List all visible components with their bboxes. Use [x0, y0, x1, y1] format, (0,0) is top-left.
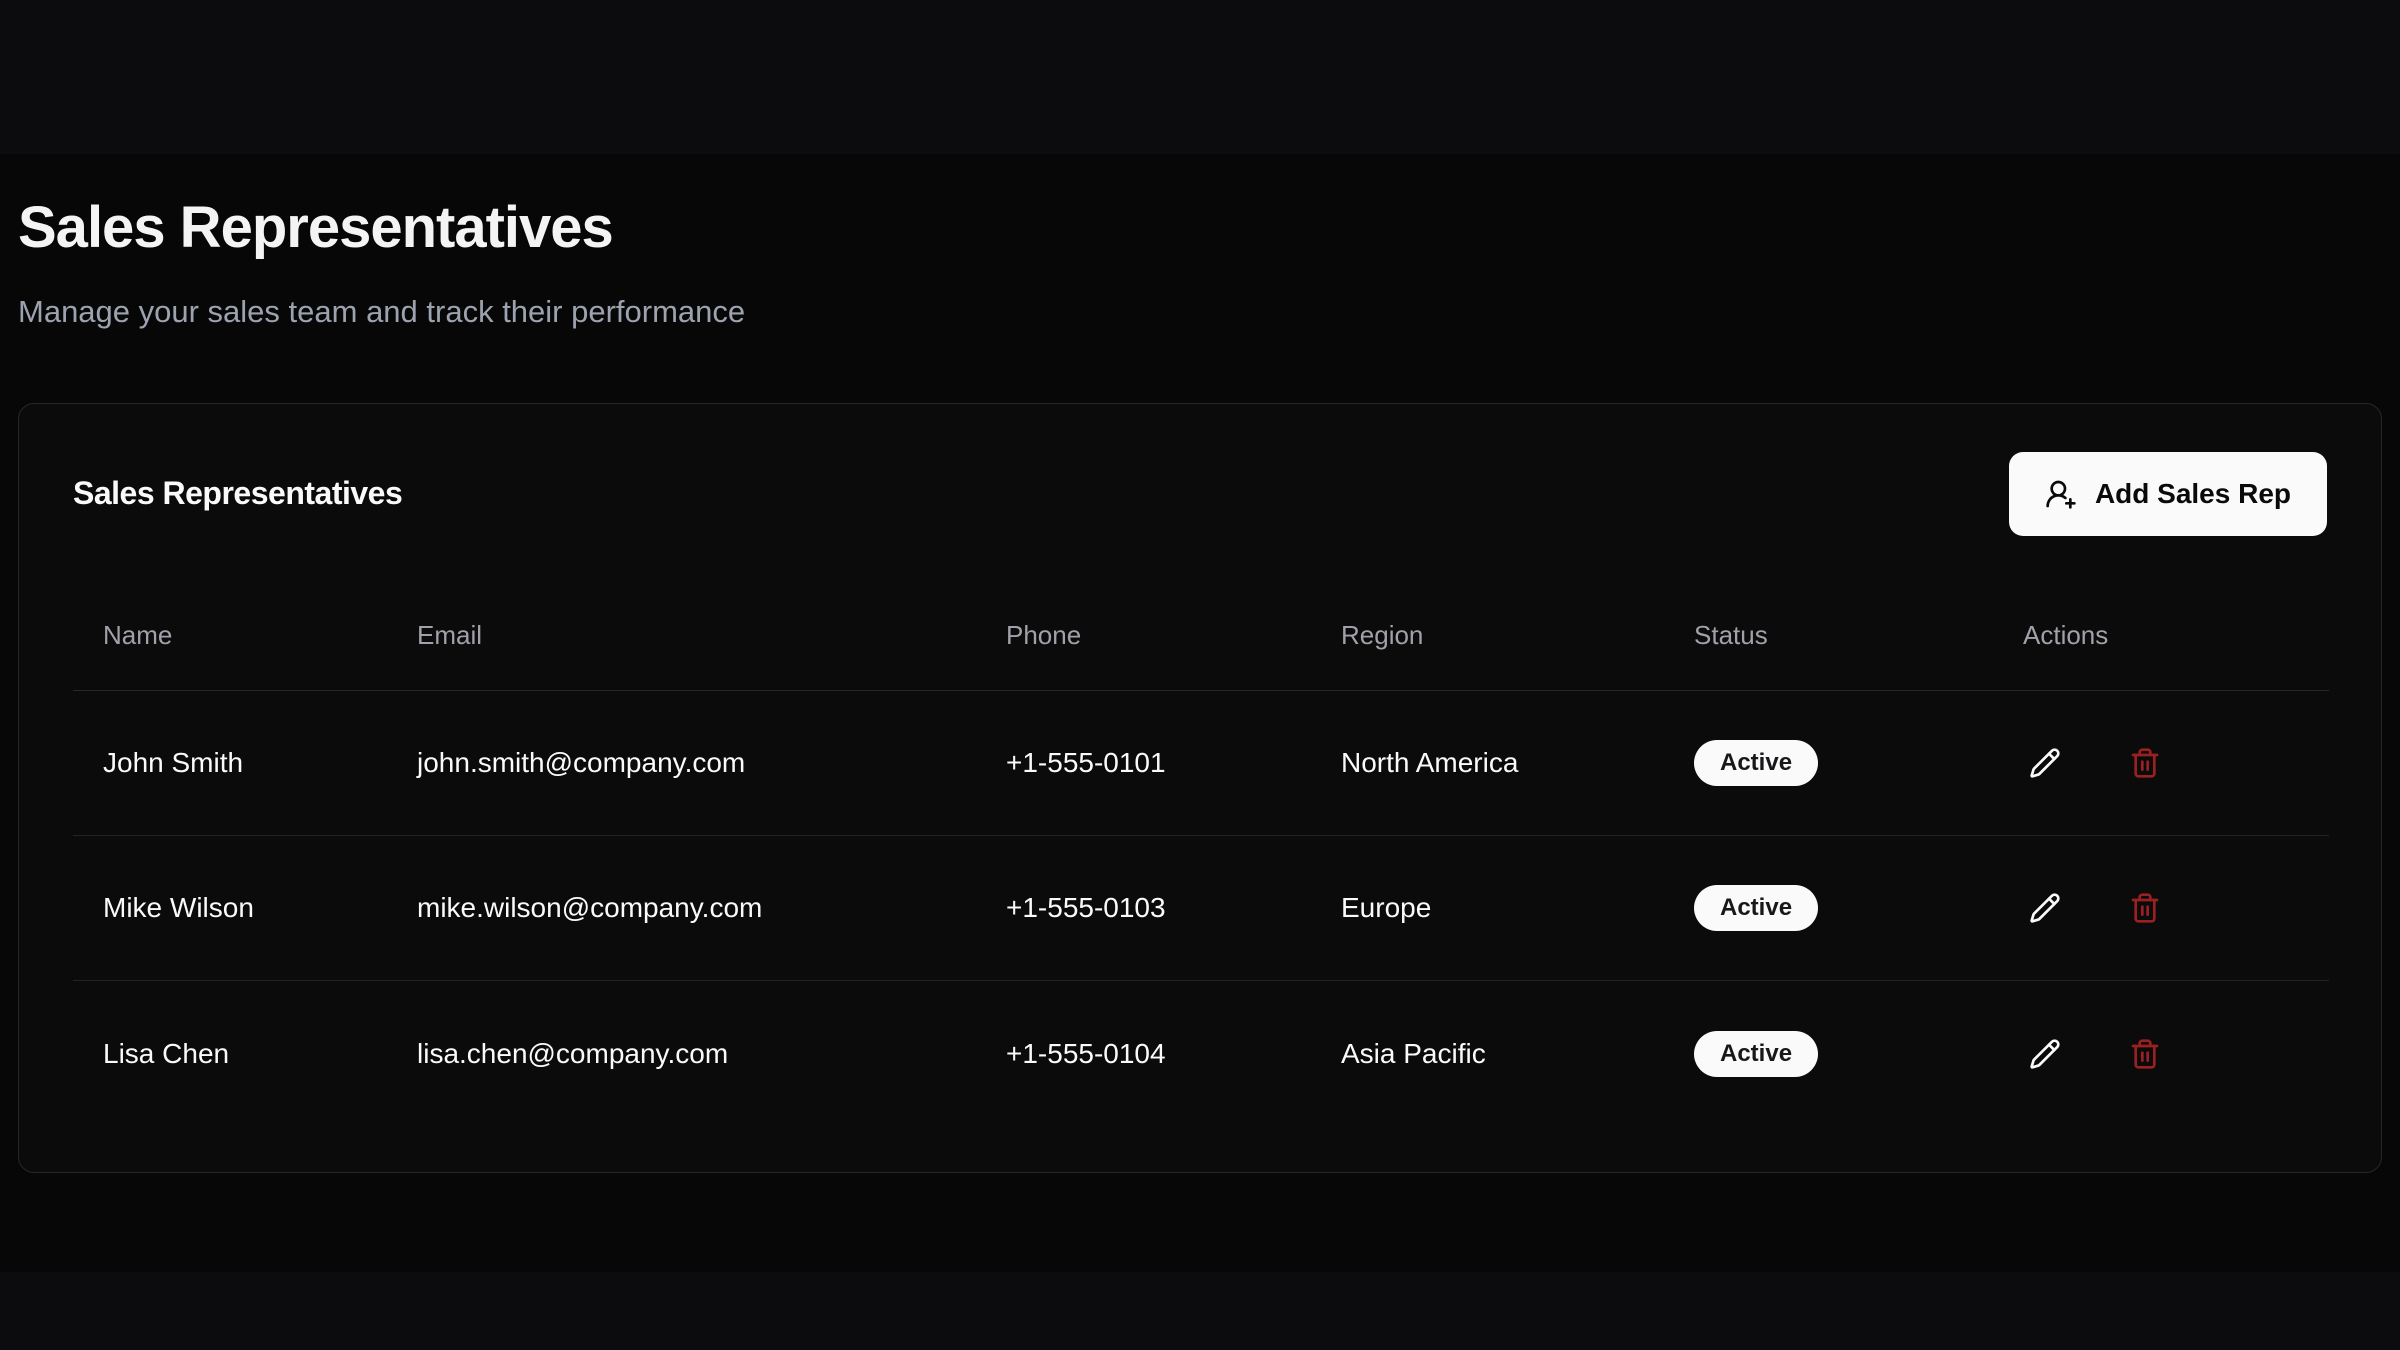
column-header-status: Status [1664, 581, 1993, 691]
column-header-email: Email [387, 581, 976, 691]
pencil-icon [2029, 1038, 2061, 1070]
table-header: Name Email Phone Region Status Actions [73, 581, 2329, 691]
row-actions [2023, 1032, 2329, 1076]
rep-region: Asia Pacific [1311, 981, 1664, 1126]
rep-phone: +1-555-0101 [976, 691, 1311, 836]
page-title: Sales Representatives [18, 196, 2382, 260]
column-header-phone: Phone [976, 581, 1311, 691]
card-title: Sales Representatives [73, 475, 402, 512]
column-header-region: Region [1311, 581, 1664, 691]
table-row: John Smith john.smith@company.com +1-555… [73, 691, 2329, 836]
row-actions [2023, 886, 2329, 930]
table-row: Mike Wilson mike.wilson@company.com +1-5… [73, 836, 2329, 981]
rep-email: john.smith@company.com [387, 691, 976, 836]
card-header: Sales Representatives Add Sales Rep [73, 452, 2327, 536]
status-badge: Active [1694, 1031, 1818, 1077]
rep-name: Lisa Chen [73, 981, 387, 1126]
rep-name: Mike Wilson [73, 836, 387, 981]
edit-button[interactable] [2023, 1032, 2067, 1076]
add-sales-rep-button[interactable]: Add Sales Rep [2009, 452, 2327, 536]
table-row: Lisa Chen lisa.chen@company.com +1-555-0… [73, 981, 2329, 1126]
column-header-actions: Actions [1993, 581, 2329, 691]
pencil-icon [2029, 892, 2061, 924]
sales-reps-table: Name Email Phone Region Status Actions J… [73, 581, 2329, 1126]
column-header-name: Name [73, 581, 387, 691]
delete-button[interactable] [2123, 886, 2167, 930]
edit-button[interactable] [2023, 741, 2067, 785]
rep-email: mike.wilson@company.com [387, 836, 976, 981]
status-badge: Active [1694, 740, 1818, 786]
row-actions [2023, 741, 2329, 785]
add-sales-rep-button-label: Add Sales Rep [2095, 478, 2291, 510]
rep-phone: +1-555-0103 [976, 836, 1311, 981]
trash-icon [2129, 892, 2161, 924]
rep-region: Europe [1311, 836, 1664, 981]
user-plus-icon [2045, 478, 2077, 510]
delete-button[interactable] [2123, 741, 2167, 785]
trash-icon [2129, 747, 2161, 779]
rep-region: North America [1311, 691, 1664, 836]
sales-reps-card: Sales Representatives Add Sales Rep [18, 403, 2382, 1173]
status-badge: Active [1694, 885, 1818, 931]
rep-phone: +1-555-0104 [976, 981, 1311, 1126]
pencil-icon [2029, 747, 2061, 779]
page-content: Sales Representatives Manage your sales … [0, 0, 2400, 1173]
page-subtitle: Manage your sales team and track their p… [18, 292, 2382, 332]
delete-button[interactable] [2123, 1032, 2167, 1076]
rep-email: lisa.chen@company.com [387, 981, 976, 1126]
edit-button[interactable] [2023, 886, 2067, 930]
rep-name: John Smith [73, 691, 387, 836]
trash-icon [2129, 1038, 2161, 1070]
